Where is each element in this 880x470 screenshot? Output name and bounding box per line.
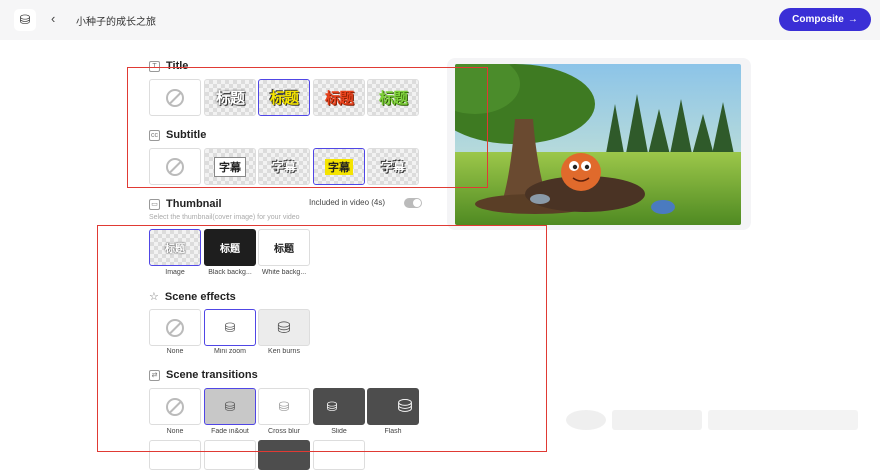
project-title: 小种子的成长之旅 xyxy=(76,17,156,28)
image-icon: ▭ xyxy=(149,198,160,210)
composite-button[interactable]: Composite → xyxy=(779,8,871,31)
thumbnail-label: Thumbnail xyxy=(166,198,222,210)
chevron-left-icon[interactable]: ‹ xyxy=(51,11,55,26)
arrow-right-icon: → xyxy=(847,14,858,25)
highlight-box-options xyxy=(97,225,547,452)
composite-label: Composite xyxy=(792,14,844,25)
top-bar: ⛁ ‹ 小种子的成长之旅 Composite → xyxy=(0,0,880,40)
include-in-video-label: Included in video (4s) xyxy=(309,198,386,207)
watermark xyxy=(566,410,606,430)
thumbnail-section-header: ▭ Thumbnail xyxy=(149,198,222,210)
preview-image xyxy=(455,64,741,225)
highlight-box-title-subtitle xyxy=(127,67,488,188)
watermark xyxy=(708,410,858,430)
app-logo-icon[interactable]: ⛁ xyxy=(14,9,36,31)
watermark xyxy=(612,410,702,430)
thumbnail-note: Select the thumbnail(cover image) for yo… xyxy=(149,214,300,221)
include-in-video-toggle[interactable] xyxy=(404,198,422,208)
